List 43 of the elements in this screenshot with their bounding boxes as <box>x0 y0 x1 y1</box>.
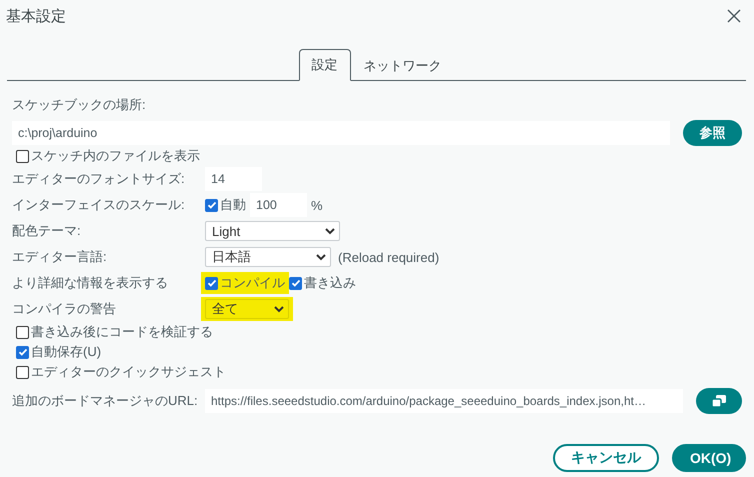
cancel-button[interactable]: キャンセル <box>553 444 659 472</box>
field-label: エディター言語: <box>12 248 107 266</box>
checkbox[interactable] <box>205 198 218 212</box>
field-label: より詳細な情報を表示する <box>12 274 168 292</box>
checkbox[interactable] <box>289 276 302 290</box>
checkbox-label: 自動保存(U) <box>31 343 102 361</box>
field-label: 配色テーマ: <box>12 222 81 240</box>
checkbox[interactable] <box>16 326 29 338</box>
dropdown[interactable]: 全て <box>205 299 289 319</box>
checkbox[interactable] <box>16 366 29 378</box>
font-size-field[interactable]: 14 <box>205 167 262 191</box>
close-icon[interactable] <box>726 8 742 24</box>
checkbox-label: 自動 <box>220 196 246 214</box>
window-title: 基本設定 <box>6 6 66 26</box>
tab[interactable]: 設定 <box>298 49 350 81</box>
checkbox-label: エディターのクイックサジェスト <box>31 363 226 381</box>
checkbox-label: スケッチ内のファイルを表示 <box>31 147 200 165</box>
url-field[interactable]: https://files.seeedstudio.com/arduino/package_seeeduino_boards_index.json,ht… <box>205 389 683 413</box>
dropdown[interactable]: 日本語 <box>205 247 331 267</box>
checkbox-label: 書き込み後にコードを検証する <box>31 323 213 341</box>
checkbox[interactable] <box>16 150 29 162</box>
checkbox-label: コンパイル <box>220 274 285 292</box>
browse-button[interactable]: 参照 <box>683 120 742 146</box>
field-label: コンパイラの警告 <box>12 300 116 318</box>
tab[interactable]: ネットワーク <box>350 49 454 81</box>
checkbox[interactable] <box>205 276 218 290</box>
field-label: スケッチブックの場所: <box>12 96 147 114</box>
chevron-down-icon <box>274 306 284 312</box>
chevron-down-icon <box>316 254 326 260</box>
field-label: インターフェイスのスケール: <box>12 196 185 214</box>
note-text: (Reload required) <box>338 250 440 264</box>
ok-button[interactable]: OK(O) <box>672 444 746 472</box>
dropdown[interactable]: Light <box>205 221 340 241</box>
checkbox[interactable] <box>16 346 29 358</box>
chevron-down-icon <box>325 228 335 234</box>
field-label: エディターのフォントサイズ: <box>12 170 185 188</box>
checkbox-label: 書き込み <box>304 274 356 292</box>
window-icon-button[interactable] <box>696 388 742 414</box>
scale-field[interactable]: 100 <box>250 193 307 217</box>
windows-icon <box>711 394 727 408</box>
field-label: 追加のボードマネージャのURL: <box>12 392 198 410</box>
unit-label: % <box>311 198 323 212</box>
path-field[interactable]: c:\proj\arduino <box>12 121 670 145</box>
